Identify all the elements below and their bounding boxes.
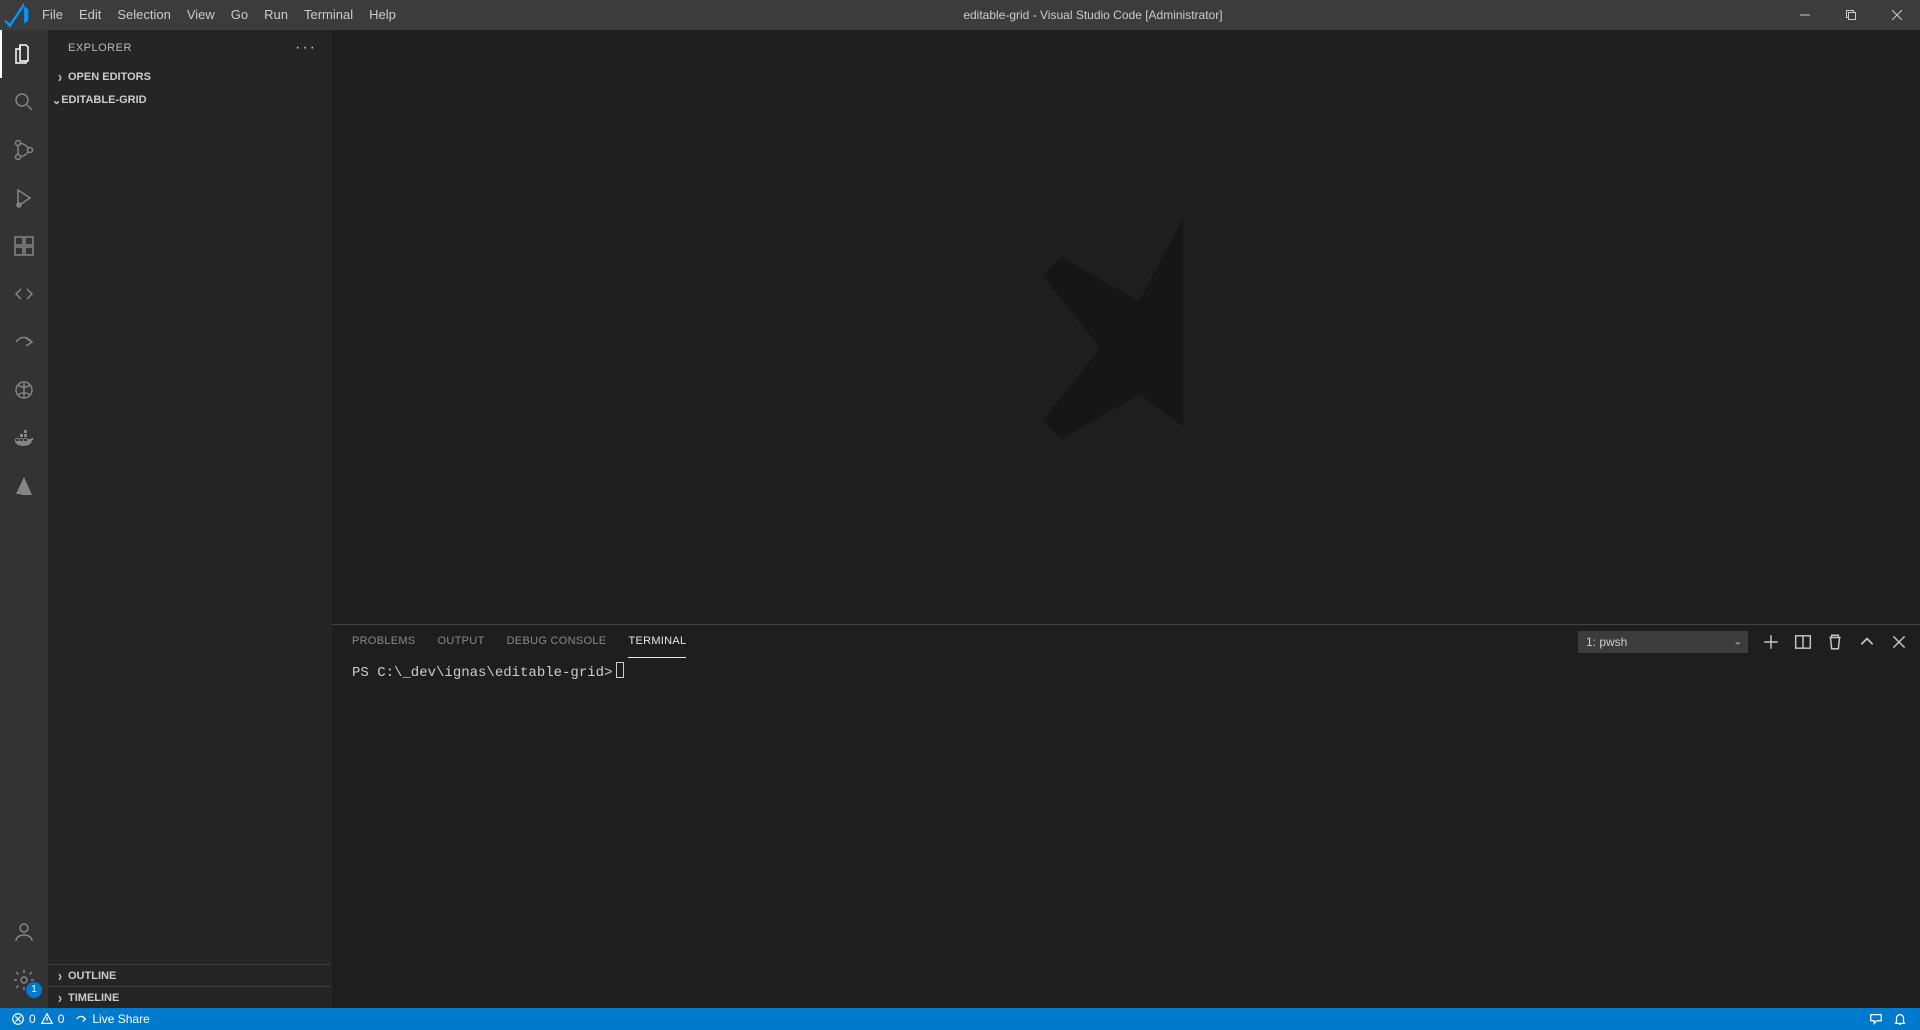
- activity-env-icon[interactable]: [0, 366, 48, 414]
- panel: PROBLEMS OUTPUT DEBUG CONSOLE TERMINAL 1…: [332, 624, 1920, 1008]
- minimize-button[interactable]: [1782, 0, 1828, 30]
- activity-extensions[interactable]: [0, 222, 48, 270]
- terminal-selector[interactable]: 1: pwsh ⌄: [1578, 631, 1748, 653]
- new-terminal-button[interactable]: [1762, 633, 1780, 651]
- menu-edit[interactable]: Edit: [71, 0, 109, 30]
- activity-share-icon[interactable]: [0, 318, 48, 366]
- chevron-right-icon: [52, 969, 68, 983]
- timeline-section[interactable]: TIMELINE: [48, 986, 331, 1008]
- status-live-share[interactable]: Live Share: [69, 1008, 154, 1030]
- activity-docker-icon[interactable]: [0, 414, 48, 462]
- menu-selection[interactable]: Selection: [109, 0, 178, 30]
- menu-go[interactable]: Go: [223, 0, 256, 30]
- activity-run-debug[interactable]: [0, 174, 48, 222]
- activity-remote-icon[interactable]: [0, 270, 48, 318]
- menu-terminal[interactable]: Terminal: [296, 0, 361, 30]
- open-editors-section[interactable]: OPEN EDITORS: [48, 66, 331, 88]
- maximize-panel-button[interactable]: [1858, 633, 1876, 651]
- kill-terminal-button[interactable]: [1826, 633, 1844, 651]
- folder-name-label: EDITABLE-GRID: [61, 94, 146, 106]
- panel-tab-terminal[interactable]: TERMINAL: [628, 625, 686, 658]
- editor-area: PROBLEMS OUTPUT DEBUG CONSOLE TERMINAL 1…: [332, 30, 1920, 1008]
- split-terminal-button[interactable]: [1794, 633, 1812, 651]
- menu-help[interactable]: Help: [361, 0, 404, 30]
- sidebar-title: EXPLORER: [68, 42, 132, 54]
- outline-label: OUTLINE: [68, 970, 116, 982]
- chevron-right-icon: [52, 70, 68, 84]
- explorer-more-icon[interactable]: ···: [295, 39, 317, 57]
- sidebar-title-row: EXPLORER ···: [48, 30, 331, 65]
- status-problems[interactable]: 0 0: [6, 1008, 69, 1030]
- outline-section[interactable]: OUTLINE: [48, 964, 331, 986]
- error-icon: [11, 1012, 25, 1026]
- status-feedback[interactable]: [1864, 1008, 1888, 1030]
- menu-file[interactable]: File: [34, 0, 71, 30]
- window-title: editable-grid - Visual Studio Code [Admi…: [404, 8, 1782, 22]
- file-tree-area[interactable]: [48, 111, 331, 964]
- terminal-selector-label: 1: pwsh: [1586, 635, 1627, 649]
- status-live-share-label: Live Share: [92, 1012, 149, 1026]
- close-button[interactable]: [1874, 0, 1920, 30]
- activity-search[interactable]: [0, 78, 48, 126]
- terminal-prompt: PS C:\_dev\ignas\editable-grid>: [352, 665, 612, 681]
- editor-empty-state: [332, 30, 1920, 624]
- sidebar-explorer: EXPLORER ··· OPEN EDITORS EDITABLE-GRID …: [48, 30, 332, 1008]
- panel-tab-problems[interactable]: PROBLEMS: [352, 625, 416, 658]
- activity-source-control[interactable]: [0, 126, 48, 174]
- live-share-icon: [74, 1012, 88, 1026]
- warning-icon: [40, 1012, 54, 1026]
- close-panel-button[interactable]: [1890, 633, 1908, 651]
- status-warnings-count: 0: [58, 1012, 65, 1026]
- activity-bar: 1: [0, 30, 48, 1008]
- menu-view[interactable]: View: [179, 0, 223, 30]
- open-editors-label: OPEN EDITORS: [68, 71, 151, 83]
- activity-azure-icon[interactable]: [0, 462, 48, 510]
- panel-tabs: PROBLEMS OUTPUT DEBUG CONSOLE TERMINAL 1…: [332, 625, 1920, 658]
- status-errors-count: 0: [29, 1012, 36, 1026]
- menu-run[interactable]: Run: [256, 0, 296, 30]
- bell-icon: [1893, 1012, 1907, 1026]
- activity-explorer[interactable]: [0, 30, 48, 78]
- workspace-folder[interactable]: EDITABLE-GRID: [48, 89, 331, 111]
- window-controls: [1782, 0, 1920, 30]
- panel-tab-debug-console[interactable]: DEBUG CONSOLE: [507, 625, 607, 658]
- title-bar: File Edit Selection View Go Run Terminal…: [0, 0, 1920, 30]
- menu-bar: File Edit Selection View Go Run Terminal…: [34, 0, 404, 30]
- status-notifications[interactable]: [1888, 1008, 1912, 1030]
- settings-badge: 1: [26, 982, 42, 998]
- maximize-button[interactable]: [1828, 0, 1874, 30]
- activity-accounts[interactable]: [0, 908, 48, 956]
- timeline-label: TIMELINE: [68, 992, 119, 1004]
- chevron-down-icon: ⌄: [1734, 636, 1742, 647]
- activity-settings[interactable]: 1: [0, 956, 48, 1004]
- terminal-cursor: [616, 662, 624, 678]
- vscode-app-icon: [0, 0, 34, 30]
- panel-tab-output[interactable]: OUTPUT: [438, 625, 485, 658]
- chevron-down-icon: [52, 94, 61, 107]
- vscode-watermark-icon: [996, 192, 1256, 452]
- status-bar: 0 0 Live Share: [0, 1008, 1920, 1030]
- chevron-right-icon: [52, 991, 68, 1005]
- feedback-icon: [1869, 1012, 1883, 1026]
- terminal-body[interactable]: PS C:\_dev\ignas\editable-grid>: [332, 658, 1920, 1008]
